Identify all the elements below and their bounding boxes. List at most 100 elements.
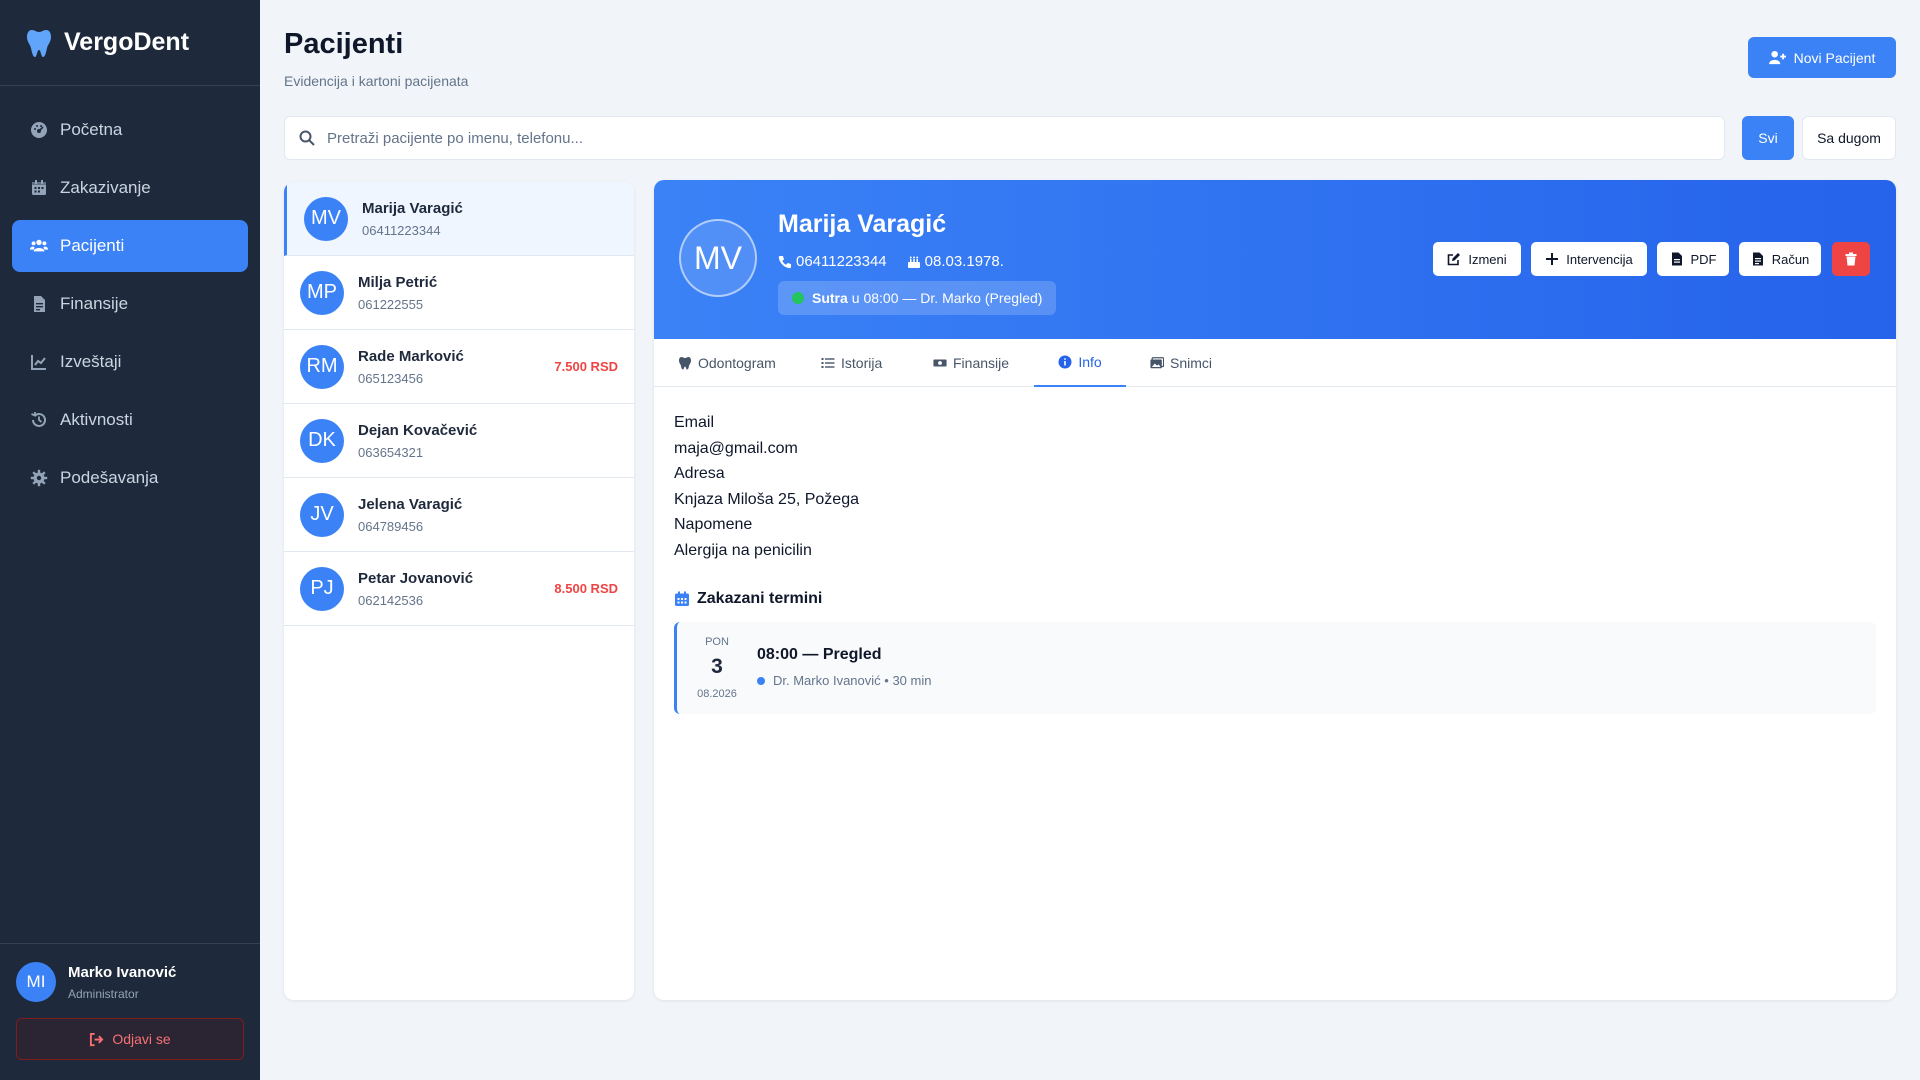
sidebar-item-label: Izveštaji	[60, 352, 122, 371]
sign-out-icon	[90, 1032, 104, 1046]
tab-snimci[interactable]: Snimci	[1150, 339, 1212, 387]
new-patient-button[interactable]: Novi Pacijent	[1748, 37, 1896, 78]
dashboard-icon	[30, 121, 48, 139]
appointment-card[interactable]: PON 3 08.2026 08:00 — Pregled Dr. Marko …	[674, 622, 1876, 714]
invoice-button[interactable]: Račun	[1739, 242, 1821, 276]
tab-label: Istorija	[841, 355, 883, 371]
appointment-duration: 30 min	[892, 673, 932, 688]
phone-icon	[778, 255, 791, 268]
sidebar: VergoDent Početna Zakazivanje Pacijenti …	[0, 0, 260, 1080]
avatar: JV	[300, 492, 344, 537]
avatar: MI	[16, 962, 56, 1002]
patient-phone: 06411223344	[796, 253, 887, 270]
tab-istorija[interactable]: Istorija	[821, 339, 882, 387]
patient-detail: MV Marija Varagić 06411223344 08.03.1978…	[654, 180, 1896, 1000]
logout-button[interactable]: Odjavi se	[16, 1018, 244, 1060]
invoice-label: Račun	[1771, 251, 1810, 267]
address-value: Knjaza Miloša 25, Požega	[674, 490, 859, 508]
add-intervention-button[interactable]: Intervencija	[1531, 242, 1647, 276]
list-icon	[821, 358, 835, 368]
sidebar-item-podesavanja[interactable]: Podešavanja	[12, 452, 248, 504]
status-dot-icon	[757, 676, 765, 685]
chart-line-icon	[30, 353, 48, 371]
tab-finansije[interactable]: Finansije	[933, 339, 1009, 387]
status-dot-icon	[792, 292, 804, 304]
patient-phone: 063654321	[358, 444, 424, 460]
edit-label: Izmeni	[1468, 251, 1507, 267]
patient-name: Marija Varagić	[778, 210, 947, 238]
tab-label: Odontogram	[698, 355, 776, 371]
sidebar-item-finansije[interactable]: Finansije	[12, 278, 248, 330]
sidebar-item-zakazivanje[interactable]: Zakazivanje	[12, 162, 248, 214]
user-info: MI Marko Ivanović Administrator	[16, 962, 244, 1002]
next-appointment-badge: Sutra u 08:00 — Dr. Marko (Pregled)	[778, 281, 1057, 315]
tooth-icon	[26, 28, 52, 58]
appointment-meta: Dr. Marko Ivanović • 30 min	[757, 673, 931, 688]
file-pdf-icon	[1671, 252, 1682, 266]
detail-tabs: Odontogram Istorija Finansije Info Snimc…	[654, 339, 1896, 387]
appointment-doctor: Dr. Marko Ivanović	[773, 673, 881, 688]
info-section: Email maja@gmail.com Adresa Knjaza Miloš…	[674, 410, 859, 564]
delete-button[interactable]	[1832, 242, 1870, 276]
patient-row[interactable]: PJ Petar Jovanović 062142536 8.500 RSD	[284, 552, 634, 626]
filter-all-button[interactable]: Svi	[1742, 116, 1794, 160]
avatar: MV	[679, 219, 757, 297]
avatar: DK	[300, 418, 344, 463]
avatar: PJ	[300, 566, 344, 611]
avatar: MP	[300, 270, 344, 315]
avatar: MV	[304, 196, 348, 241]
user-panel: MI Marko Ivanović Administrator Odjavi s…	[0, 943, 260, 1080]
page-title: Pacijenti	[284, 28, 404, 60]
tab-label: Info	[1078, 354, 1102, 370]
app-name: VergoDent	[64, 28, 190, 56]
patient-name: Marija Varagić	[362, 199, 463, 217]
patient-row[interactable]: DK Dejan Kovačević 063654321	[284, 404, 634, 478]
filter-debt-button[interactable]: Sa dugom	[1802, 116, 1896, 160]
sidebar-item-izvestaji[interactable]: Izveštaji	[12, 336, 248, 388]
sidebar-item-label: Aktivnosti	[60, 410, 133, 429]
sidebar-item-label: Podešavanja	[60, 468, 159, 487]
users-icon	[30, 237, 48, 255]
patient-row[interactable]: JV Jelena Varagić 064789456	[284, 478, 634, 552]
avatar: RM	[300, 344, 344, 389]
patient-phone: 062142536	[358, 592, 424, 608]
new-patient-label: Novi Pacijent	[1793, 49, 1876, 66]
plus-icon	[1546, 253, 1559, 265]
pdf-button[interactable]: PDF	[1657, 242, 1729, 276]
patient-phone: 06411223344	[362, 222, 441, 238]
money-bill-icon	[933, 359, 947, 367]
calendar-icon	[30, 179, 48, 197]
next-appointment-when: Sutra	[812, 290, 848, 306]
history-icon	[30, 411, 48, 429]
email-label: Email	[674, 414, 715, 431]
sidebar-item-aktivnosti[interactable]: Aktivnosti	[12, 394, 248, 446]
debt-badge: 7.500 RSD	[554, 359, 618, 374]
birthday-cake-icon	[907, 256, 920, 268]
debt-badge: 8.500 RSD	[554, 581, 618, 596]
email-value: maja@gmail.com	[674, 439, 798, 457]
patient-row[interactable]: MP Milja Petrić 061222555	[284, 256, 634, 330]
edit-icon	[1448, 253, 1461, 266]
tab-info[interactable]: Info	[1034, 339, 1126, 387]
user-plus-icon	[1768, 50, 1786, 65]
edit-button[interactable]: Izmeni	[1433, 242, 1521, 276]
brand[interactable]: VergoDent	[0, 0, 260, 86]
patient-row[interactable]: MV Marija Varagić 06411223344	[284, 182, 634, 256]
patient-name: Rade Marković	[358, 347, 464, 365]
tab-odontogram[interactable]: Odontogram	[678, 339, 776, 387]
patient-meta: 06411223344 08.03.1978.	[778, 253, 1004, 270]
invoice-icon	[1752, 252, 1763, 266]
patient-phone: 061222555	[358, 296, 424, 312]
user-role: Administrator	[68, 986, 139, 1001]
patient-birthdate: 08.03.1978.	[924, 253, 1004, 270]
search-input[interactable]	[327, 129, 1707, 147]
patient-row[interactable]: RM Rade Marković 065123456 7.500 RSD	[284, 330, 634, 404]
sidebar-item-pacijenti[interactable]: Pacijenti	[12, 220, 248, 272]
search-bar	[284, 116, 1725, 160]
gear-icon	[30, 469, 48, 487]
tab-label: Finansije	[953, 355, 1010, 371]
notes-value: Alergija na penicilin	[674, 541, 812, 559]
user-name: Marko Ivanović	[68, 963, 177, 981]
sidebar-item-pocetna[interactable]: Početna	[12, 104, 248, 156]
sidebar-item-label: Finansije	[60, 294, 129, 313]
